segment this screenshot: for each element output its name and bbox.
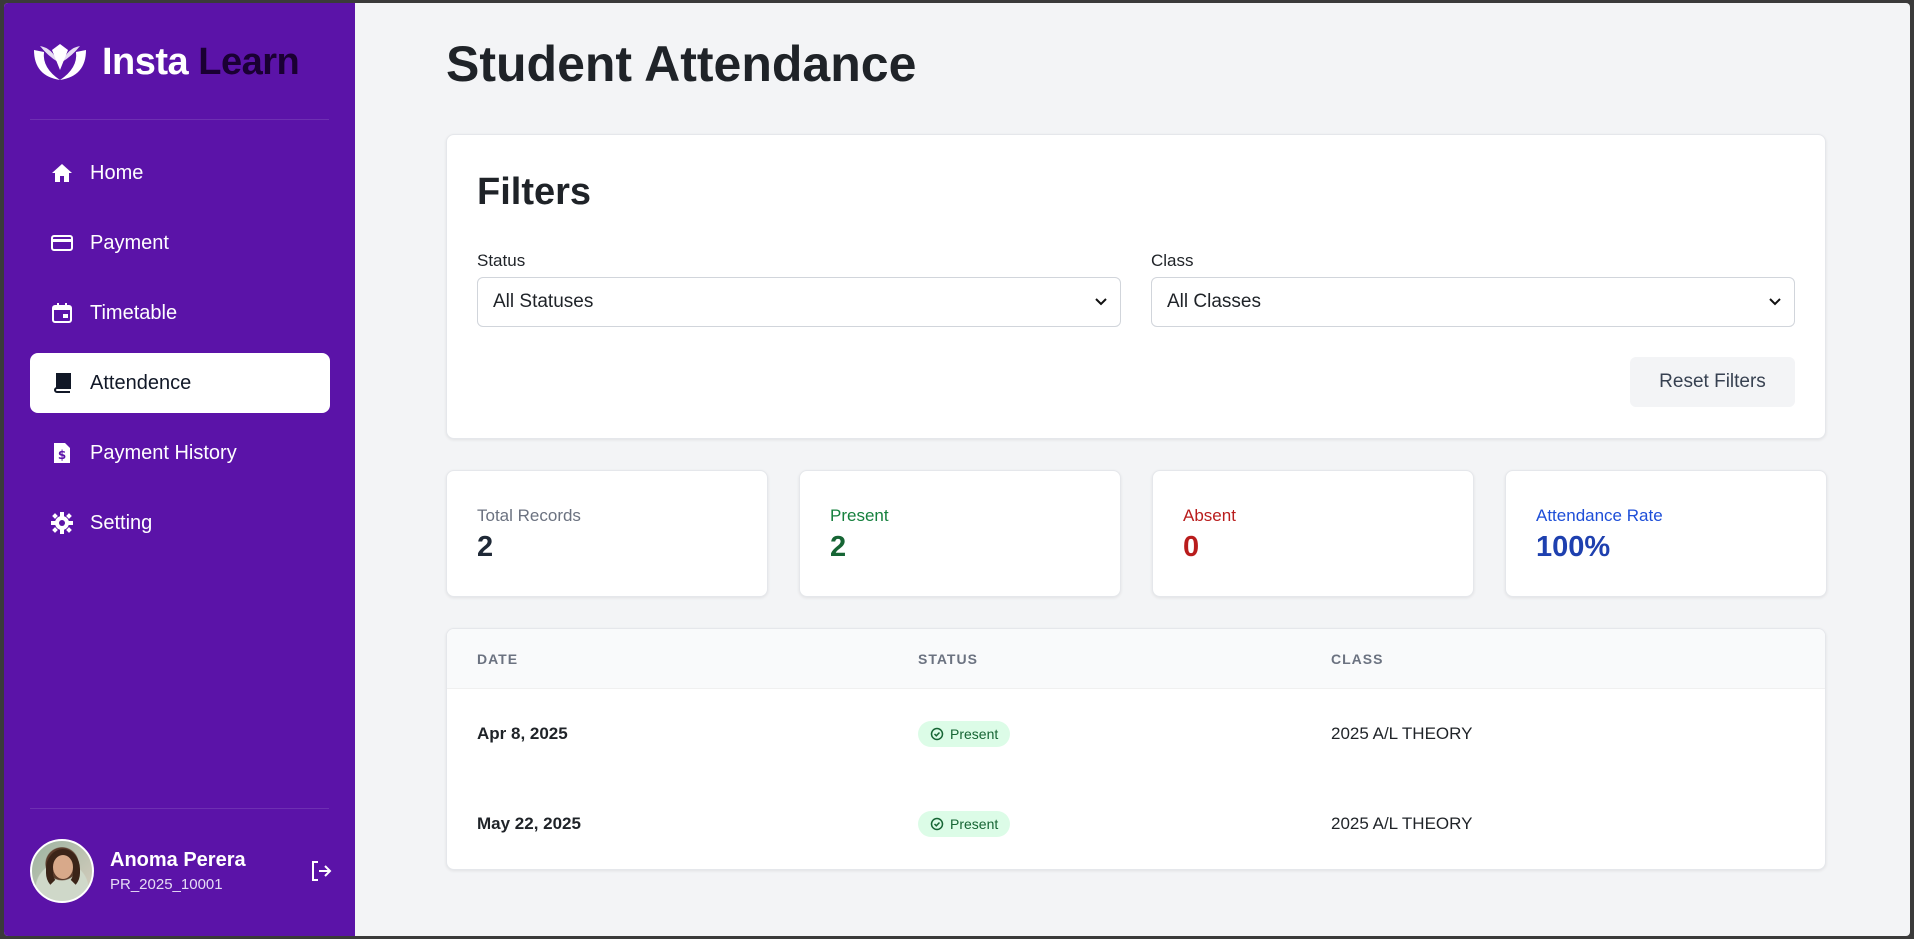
logout-icon xyxy=(312,861,332,881)
filters-title: Filters xyxy=(477,171,592,213)
cell-status: Present xyxy=(918,811,1011,837)
sidebar-item-attendence[interactable]: Attendence xyxy=(30,353,330,413)
chevron-down-icon xyxy=(1769,298,1781,306)
status-select[interactable]: All Statuses xyxy=(477,277,1121,327)
sidebar-item-label: Home xyxy=(90,161,144,184)
sidebar-nav: Home Payment Timetable Attendence $ Paym… xyxy=(30,143,330,563)
cell-class: 2025 A/L THEORY xyxy=(1331,724,1473,743)
app-window: Insta Learn Home Payment Timetable Atten… xyxy=(4,3,1910,936)
svg-text:$: $ xyxy=(58,448,66,462)
header-class[interactable]: CLASS xyxy=(1331,651,1383,667)
user-id: PR_2025_10001 xyxy=(110,876,223,893)
status-label: Status xyxy=(477,251,526,270)
stat-value: 100% xyxy=(1536,531,1611,563)
dollar-file-icon: $ xyxy=(50,441,74,465)
check-circle-icon xyxy=(930,817,944,831)
credit-card-icon xyxy=(50,231,74,255)
chevron-down-icon xyxy=(1095,298,1107,306)
stat-label: Present xyxy=(830,506,889,525)
status-badge: Present xyxy=(918,721,1011,747)
main-content: Student Attendance Filters Status All St… xyxy=(355,3,1910,936)
cell-date: May 22, 2025 xyxy=(477,814,581,833)
stat-attendance-rate: Attendance Rate 100% xyxy=(1505,470,1827,597)
sidebar-item-label: Payment xyxy=(90,231,169,254)
stat-value: 2 xyxy=(830,531,847,563)
logout-button[interactable] xyxy=(307,857,335,885)
sidebar-item-label: Timetable xyxy=(90,301,178,324)
cell-class: 2025 A/L THEORY xyxy=(1331,814,1473,833)
reset-filters-button[interactable]: Reset Filters xyxy=(1630,357,1795,407)
sidebar-item-payment[interactable]: Payment xyxy=(30,213,330,273)
status-select-value: All Statuses xyxy=(493,291,594,312)
brand[interactable]: Insta Learn xyxy=(30,39,300,85)
check-circle-icon xyxy=(930,727,944,741)
user-info: Anoma Perera PR_2025_10001 xyxy=(110,849,307,893)
filters-card: Filters Status All Statuses Class All Cl… xyxy=(446,134,1826,439)
stat-absent: Absent 0 xyxy=(1152,470,1474,597)
attendance-table: DATE STATUS CLASS Apr 8, 2025 Present 20… xyxy=(446,628,1826,870)
stat-total-records: Total Records 2 xyxy=(446,470,768,597)
stat-value: 0 xyxy=(1183,531,1200,563)
table-header: DATE STATUS CLASS xyxy=(447,629,1825,689)
logo-icon xyxy=(34,44,86,80)
divider xyxy=(30,119,329,120)
sidebar-item-label: Setting xyxy=(90,511,153,534)
stat-label: Total Records xyxy=(477,506,581,525)
header-status[interactable]: STATUS xyxy=(918,651,978,667)
sidebar-item-setting[interactable]: Setting xyxy=(30,493,330,553)
home-icon xyxy=(50,161,74,185)
user-profile: Anoma Perera PR_2025_10001 xyxy=(30,839,335,903)
status-badge: Present xyxy=(918,811,1011,837)
header-date[interactable]: DATE xyxy=(477,651,518,667)
class-select-value: All Classes xyxy=(1167,291,1261,312)
class-select[interactable]: All Classes xyxy=(1151,277,1795,327)
class-label: Class xyxy=(1151,251,1194,270)
status-badge-label: Present xyxy=(950,816,999,832)
page-title: Student Attendance xyxy=(446,36,917,92)
brand-word-2: Learn xyxy=(198,40,300,83)
stat-label: Attendance Rate xyxy=(1536,506,1663,525)
avatar[interactable] xyxy=(30,839,94,903)
status-badge-label: Present xyxy=(950,726,999,742)
book-icon xyxy=(50,371,74,395)
table-row[interactable]: May 22, 2025 Present 2025 A/L THEORY xyxy=(447,779,1825,869)
cell-date: Apr 8, 2025 xyxy=(477,724,568,743)
brand-name: Insta Learn xyxy=(102,40,300,84)
cell-status: Present xyxy=(918,721,1011,747)
stat-present: Present 2 xyxy=(799,470,1121,597)
sidebar-item-payment-history[interactable]: $ Payment History xyxy=(30,423,330,483)
calendar-icon xyxy=(50,301,74,325)
table-row[interactable]: Apr 8, 2025 Present 2025 A/L THEORY xyxy=(447,689,1825,779)
sidebar-item-timetable[interactable]: Timetable xyxy=(30,283,330,343)
gear-icon xyxy=(50,511,74,535)
user-name: Anoma Perera xyxy=(110,849,246,871)
divider xyxy=(30,808,329,809)
brand-word-1: Insta xyxy=(102,40,189,83)
sidebar-item-label: Payment History xyxy=(90,441,237,464)
sidebar-item-home[interactable]: Home xyxy=(30,143,330,203)
stat-value: 2 xyxy=(477,531,494,563)
stat-label: Absent xyxy=(1183,506,1236,525)
sidebar-item-label: Attendence xyxy=(90,371,192,394)
sidebar: Insta Learn Home Payment Timetable Atten… xyxy=(4,3,355,936)
